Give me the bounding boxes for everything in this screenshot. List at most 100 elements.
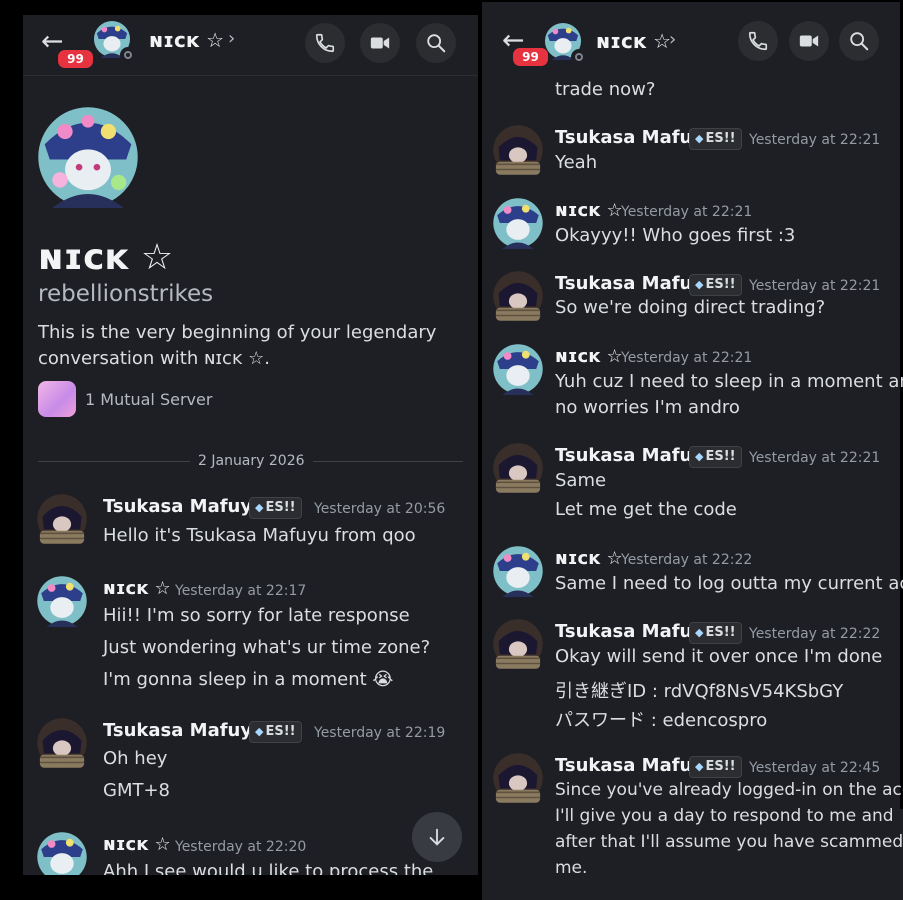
message-timestamp: Yesterday at 22:21 xyxy=(749,278,881,294)
arrow-down-icon xyxy=(429,828,445,846)
header-username[interactable]: ɴɪᴄᴋ ☆ xyxy=(149,28,224,52)
author-avatar[interactable] xyxy=(36,575,88,627)
message-text: Since you've already logged-in on the ac… xyxy=(555,780,903,800)
message-text: So we're doing direct trading? xyxy=(555,297,826,318)
message-text: Okayyy!! Who goes first :3 xyxy=(555,225,796,246)
author-avatar[interactable] xyxy=(36,831,88,875)
status-indicator xyxy=(571,49,587,65)
author-avatar[interactable] xyxy=(492,343,544,395)
mutual-server-icon[interactable] xyxy=(38,381,76,417)
chevron-right-icon[interactable]: › xyxy=(669,29,676,50)
date-divider: 2 January 2026 xyxy=(190,453,313,469)
mutual-server-label[interactable]: 1 Mutual Server xyxy=(85,390,212,409)
author-avatar[interactable] xyxy=(492,124,544,176)
server-tag: ES!! xyxy=(705,625,736,640)
message-text: Ahh I see would u like to process the xyxy=(103,861,434,875)
diamond-icon: ◆ xyxy=(255,725,264,738)
chevron-right-icon[interactable]: › xyxy=(228,28,235,49)
message-text: Yeah xyxy=(555,152,598,173)
server-tag: ES!! xyxy=(705,449,736,464)
jump-to-bottom-button[interactable] xyxy=(412,812,462,862)
voice-call-button[interactable] xyxy=(738,21,778,61)
search-button[interactable] xyxy=(416,23,456,63)
message-timestamp: Yesterday at 20:56 xyxy=(314,501,446,517)
voice-call-button[interactable] xyxy=(305,23,345,63)
message-text: Same xyxy=(555,470,607,491)
message-text: Okay will send it over once I'm done xyxy=(555,646,883,667)
message-text: Let me get the code xyxy=(555,499,737,520)
message-text: Just wondering what's ur time zone? xyxy=(103,637,431,658)
author-name[interactable]: ɴɪᴄᴋ ☆ xyxy=(103,834,171,855)
author-name[interactable]: ɴɪᴄᴋ ☆ xyxy=(555,200,623,221)
video-camera-icon xyxy=(370,37,390,49)
author-name[interactable]: ɴɪᴄᴋ ☆ xyxy=(555,548,623,569)
author-avatar[interactable] xyxy=(36,493,88,545)
author-name[interactable]: Tsukasa Mafuyu xyxy=(103,720,265,741)
diamond-icon: ◆ xyxy=(695,760,704,773)
server-tag: ES!! xyxy=(705,131,736,146)
message-timestamp: Yesterday at 22:21 xyxy=(749,450,881,466)
profile-avatar[interactable] xyxy=(37,106,139,208)
message-text: I'm gonna sleep in a moment 😭 xyxy=(103,669,394,690)
author-name[interactable]: ɴɪᴄᴋ ☆ xyxy=(103,578,171,599)
author-avatar[interactable] xyxy=(492,545,544,597)
message-timestamp: Yesterday at 22:19 xyxy=(314,725,446,741)
diamond-icon: ◆ xyxy=(695,278,704,291)
left-chat-panel: ← 99 ɴɪᴄᴋ ☆ › ɴɪᴄᴋ ☆ rebellionstrikes Th… xyxy=(23,15,478,875)
server-tag: ES!! xyxy=(265,724,296,739)
unread-badge: 99 xyxy=(56,48,95,70)
search-button[interactable] xyxy=(839,21,879,61)
author-avatar[interactable] xyxy=(492,752,544,804)
message-timestamp: Yesterday at 22:17 xyxy=(175,583,307,599)
server-tag-badge[interactable]: ◆ ES!! xyxy=(249,721,302,743)
header-username[interactable]: ɴɪᴄᴋ ☆ xyxy=(596,29,671,53)
video-call-button[interactable] xyxy=(789,21,829,61)
message-text: trade now? xyxy=(555,79,656,100)
author-avatar[interactable] xyxy=(492,270,544,322)
phone-icon xyxy=(315,33,335,53)
server-tag-badge[interactable]: ◆ ES!! xyxy=(249,497,302,519)
conversation-intro: This is the very beginning of your legen… xyxy=(38,322,437,369)
message-timestamp: Yesterday at 22:21 xyxy=(621,350,753,366)
server-tag: ES!! xyxy=(705,277,736,292)
author-avatar[interactable] xyxy=(492,197,544,249)
server-tag-badge[interactable]: ◆ ES!! xyxy=(689,446,742,468)
message-text: me. xyxy=(555,858,588,878)
server-tag-badge[interactable]: ◆ ES!! xyxy=(689,756,742,778)
message-timestamp: Yesterday at 22:45 xyxy=(749,760,881,776)
message-timestamp: Yesterday at 22:22 xyxy=(749,626,881,642)
author-name[interactable]: ɴɪᴄᴋ ☆ xyxy=(555,346,623,367)
profile-display-name: ɴɪᴄᴋ ☆ xyxy=(38,237,174,278)
diamond-icon: ◆ xyxy=(255,501,264,514)
server-tag: ES!! xyxy=(705,759,736,774)
video-camera-icon xyxy=(799,35,819,47)
author-avatar[interactable] xyxy=(36,717,88,769)
chat-header: ← 99 ɴɪᴄᴋ ☆ › xyxy=(482,2,900,68)
message-timestamp: Yesterday at 22:21 xyxy=(749,132,881,148)
video-call-button[interactable] xyxy=(360,23,400,63)
search-icon xyxy=(427,34,446,53)
message-timestamp: Yesterday at 22:22 xyxy=(621,552,753,568)
profile-username: rebellionstrikes xyxy=(38,281,214,307)
author-name[interactable]: Tsukasa Mafuyu xyxy=(103,496,265,517)
message-text: 引き継ぎID : rdVQf8NsV54KSbGY xyxy=(555,681,844,702)
message-timestamp: Yesterday at 22:20 xyxy=(175,839,307,855)
message-text: after that I'll assume you have scammed xyxy=(555,832,903,852)
diamond-icon: ◆ xyxy=(695,450,704,463)
author-avatar[interactable] xyxy=(492,442,544,494)
search-icon xyxy=(850,32,869,51)
server-tag-badge[interactable]: ◆ ES!! xyxy=(689,622,742,644)
message-text: パスワード : edencospro xyxy=(555,710,768,731)
header-separator xyxy=(23,75,478,76)
diamond-icon: ◆ xyxy=(695,132,704,145)
status-indicator xyxy=(120,47,136,63)
author-avatar[interactable] xyxy=(492,618,544,670)
message-text: Hii!! I'm so sorry for late response xyxy=(103,605,410,626)
diamond-icon: ◆ xyxy=(695,626,704,639)
message-text: GMT+8 xyxy=(103,780,171,801)
chat-header: ← 99 ɴɪᴄᴋ ☆ › xyxy=(23,15,478,75)
message-text: Yuh cuz I need to sleep in a moment and xyxy=(555,371,903,392)
server-tag-badge[interactable]: ◆ ES!! xyxy=(689,274,742,296)
server-tag-badge[interactable]: ◆ ES!! xyxy=(689,128,742,150)
message-text: Same I need to log outta my current acc xyxy=(555,573,903,594)
